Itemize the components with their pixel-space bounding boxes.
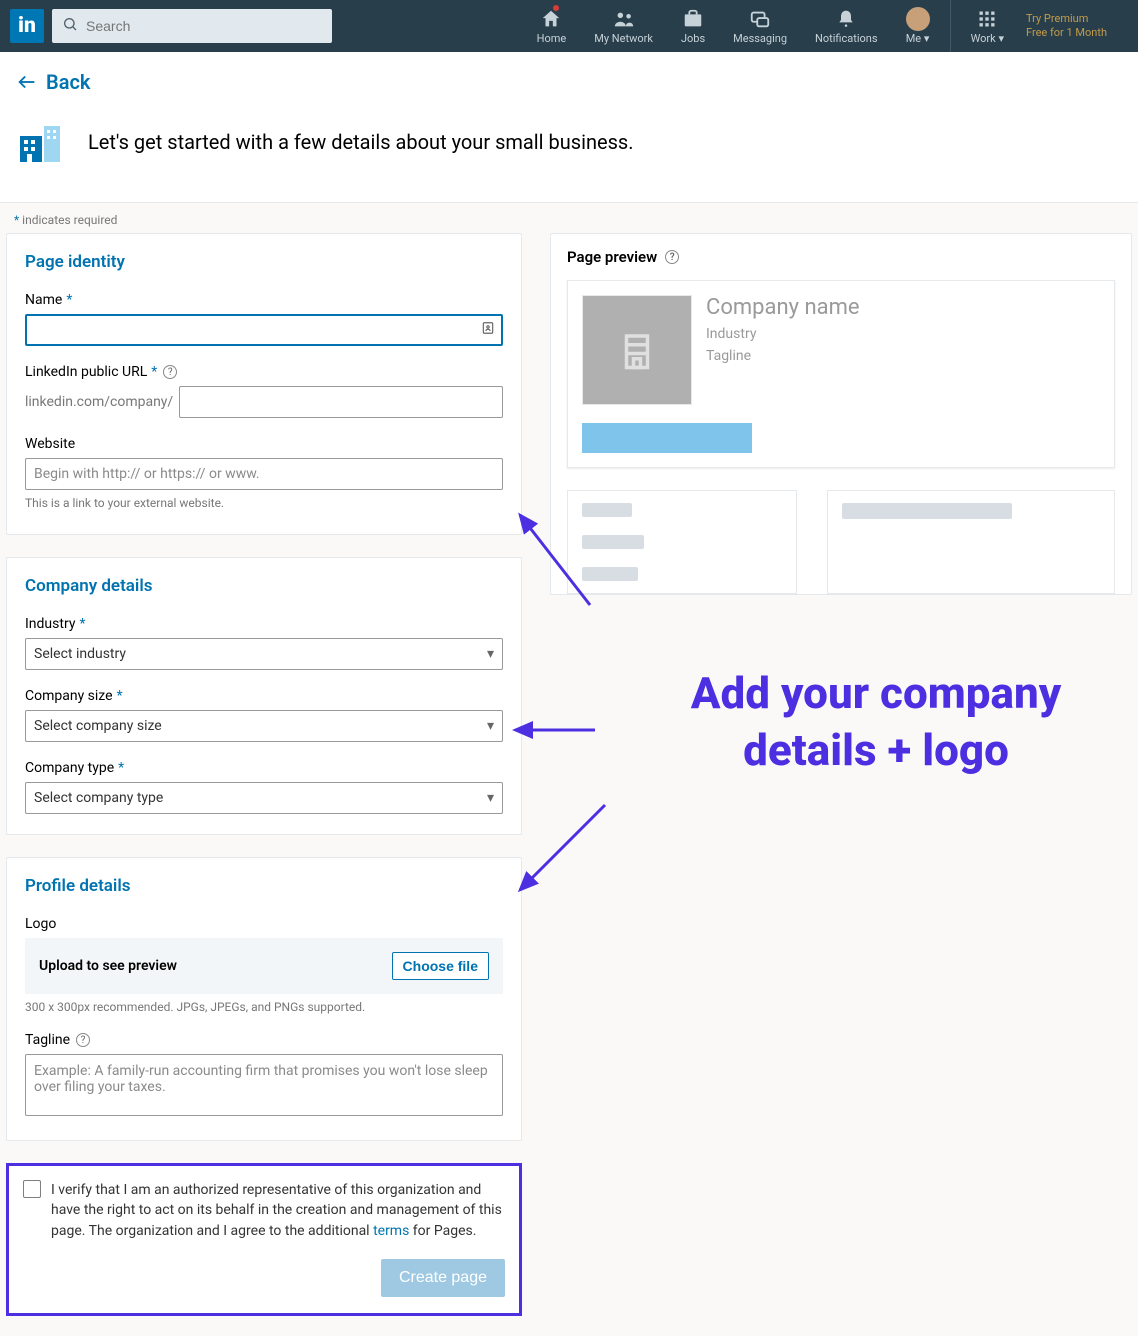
arrow-left-icon: [16, 71, 38, 93]
grid-icon: [977, 8, 997, 30]
nav-premium-link[interactable]: Try Premium Free for 1 Month: [1018, 0, 1128, 52]
premium-line1: Try Premium: [1026, 12, 1120, 26]
upload-label: Upload to see preview: [39, 958, 177, 974]
nav-me[interactable]: Me ▾: [892, 0, 944, 52]
website-input[interactable]: [25, 458, 503, 490]
company-details-card: Company details Industry* Select industr…: [6, 557, 522, 835]
preview-canvas: Company name Industry Tagline: [567, 280, 1115, 468]
nav-label: Home: [537, 32, 567, 45]
nav-label: Notifications: [815, 32, 878, 45]
nav-divider: [950, 0, 951, 52]
company-size-select[interactable]: Select company size ▾: [25, 710, 503, 742]
search-input[interactable]: [86, 18, 322, 34]
bell-icon: [836, 8, 856, 30]
chevron-down-icon: ▾: [487, 718, 494, 734]
select-placeholder: Select company type: [34, 790, 163, 806]
help-icon[interactable]: ?: [76, 1033, 90, 1047]
nav-messaging[interactable]: Messaging: [719, 0, 801, 52]
building-icon: [616, 329, 658, 371]
linkedin-logo[interactable]: in: [10, 9, 44, 43]
message-icon: [749, 8, 771, 30]
help-icon[interactable]: ?: [665, 250, 679, 264]
preview-skeleton: [567, 490, 1115, 594]
nav-network[interactable]: My Network: [580, 0, 667, 52]
nav-label: Jobs: [681, 32, 705, 45]
preview-logo-placeholder: [582, 295, 692, 405]
home-icon: [540, 8, 562, 30]
page-hero: Let's get started with a few details abo…: [0, 106, 1138, 203]
search-icon: [62, 16, 78, 36]
website-hint: This is a link to your external website.: [25, 496, 503, 510]
annotation-text: Add your company details + logo: [620, 665, 1132, 779]
preview-tagline: Tagline: [706, 348, 860, 364]
nav-work[interactable]: Work ▾: [957, 0, 1018, 52]
public-url-input[interactable]: [179, 386, 503, 418]
building-icon: [16, 116, 64, 168]
page-preview-card: Page preview ? Company name Industry Tag…: [550, 233, 1132, 595]
logo-label: Logo: [25, 916, 503, 932]
verify-box: I verify that I am an authorized represe…: [6, 1163, 522, 1316]
back-button[interactable]: Back: [0, 52, 1138, 106]
industry-select[interactable]: Select industry ▾: [25, 638, 503, 670]
hero-text: Let's get started with a few details abo…: [88, 130, 634, 154]
tutorial-annotation: Add your company details + logo: [550, 595, 1132, 955]
select-placeholder: Select company size: [34, 718, 162, 734]
chevron-down-icon: ▾: [487, 646, 494, 662]
nav-label: Work ▾: [971, 32, 1004, 45]
select-placeholder: Select industry: [34, 646, 126, 662]
terms-link[interactable]: terms: [373, 1223, 409, 1239]
url-prefix: linkedin.com/company/: [25, 394, 173, 410]
type-label: Company type*: [25, 760, 503, 776]
nav-label: Me ▾: [906, 32, 930, 45]
preview-cta-placeholder: [582, 423, 752, 453]
url-label: LinkedIn public URL* ?: [25, 364, 503, 380]
page-identity-card: Page identity Name* LinkedIn public UR: [6, 233, 522, 535]
choose-file-button[interactable]: Choose file: [392, 952, 489, 980]
card-title: Company details: [25, 576, 503, 596]
industry-label: Industry*: [25, 616, 503, 632]
chevron-down-icon: ▾: [998, 32, 1004, 45]
card-title: Profile details: [25, 876, 503, 896]
preview-company-name: Company name: [706, 295, 860, 320]
avatar: [906, 8, 930, 30]
create-page-button[interactable]: Create page: [381, 1259, 505, 1297]
back-label: Back: [46, 70, 90, 94]
tagline-textarea[interactable]: [25, 1054, 503, 1116]
chevron-down-icon: ▾: [487, 790, 494, 806]
website-label: Website: [25, 436, 503, 452]
nav-home[interactable]: Home: [523, 0, 581, 52]
preview-title: Page preview ?: [567, 248, 1115, 266]
upload-hint: 300 x 300px recommended. JPGs, JPEGs, an…: [25, 1000, 503, 1014]
top-nav: in Home My Network Jobs Messaging: [0, 0, 1138, 52]
help-icon[interactable]: ?: [163, 365, 177, 379]
preview-industry: Industry: [706, 326, 860, 342]
premium-line2: Free for 1 Month: [1026, 26, 1120, 40]
company-type-select[interactable]: Select company type ▾: [25, 782, 503, 814]
search-box[interactable]: [52, 9, 332, 43]
verify-checkbox[interactable]: [23, 1180, 41, 1198]
name-label: Name*: [25, 292, 503, 308]
people-icon: [612, 8, 636, 30]
size-label: Company size*: [25, 688, 503, 704]
contact-card-icon: [481, 320, 495, 340]
nav-label: My Network: [594, 32, 653, 45]
required-note: * indicates required: [0, 203, 1138, 233]
profile-details-card: Profile details Logo Upload to see previ…: [6, 857, 522, 1141]
nav-notifications[interactable]: Notifications: [801, 0, 892, 52]
nav-label: Messaging: [733, 32, 787, 45]
tagline-label: Tagline ?: [25, 1032, 503, 1048]
card-title: Page identity: [25, 252, 503, 272]
nav-jobs[interactable]: Jobs: [667, 0, 719, 52]
name-input[interactable]: [25, 314, 503, 346]
chevron-down-icon: ▾: [924, 32, 930, 45]
verify-text: I verify that I am an authorized represe…: [51, 1180, 505, 1241]
briefcase-icon: [682, 8, 704, 30]
logo-upload-row: Upload to see preview Choose file: [25, 938, 503, 994]
